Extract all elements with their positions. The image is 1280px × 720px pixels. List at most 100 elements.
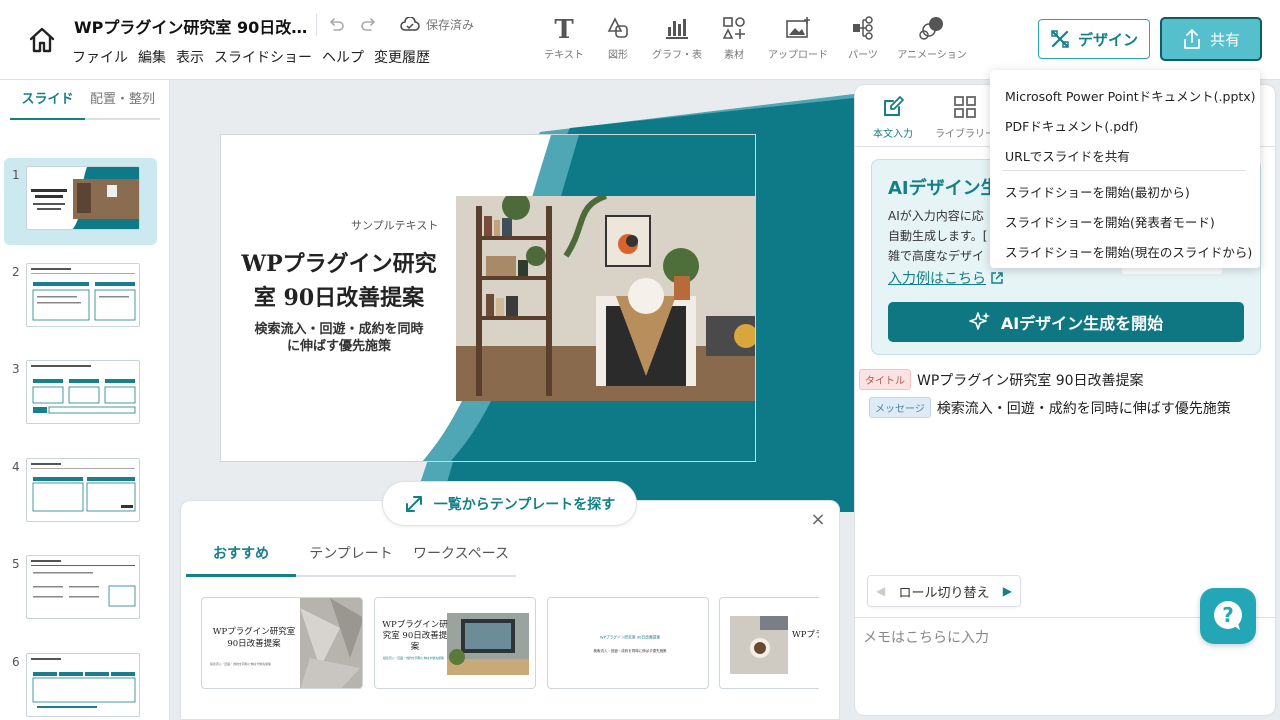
slide-page[interactable]: サンプルテキスト WPプラグイン研究 室 90日改善提案 検索流入・回遊・成約を… (220, 134, 756, 462)
template-card-subtitle: 検索流入・回遊・成約を同時に伸ばす優先施策 (383, 656, 444, 661)
menu-edit[interactable]: 編集 (138, 47, 166, 67)
tab-arrange[interactable]: 配置・整列 (85, 90, 160, 118)
slide-thumbnail[interactable]: 5 (4, 547, 157, 634)
tool-chart-table[interactable]: グラフ・表 (646, 14, 708, 61)
svg-text:?: ? (1222, 603, 1234, 627)
tool-text[interactable]: T テキスト (538, 14, 590, 61)
template-card-title: WPプラ (792, 630, 819, 640)
undo-icon (329, 18, 344, 31)
slide-thumbnail[interactable]: 2 (4, 255, 157, 342)
share-menu-url[interactable]: URLでスライドを共有 (1005, 146, 1130, 165)
slide-preview (26, 360, 140, 424)
slide-photo[interactable] (456, 196, 755, 401)
slide-preview (26, 458, 140, 522)
top-header: WPプラグイン研究室 90日改… 保存済み ファイル 編集 表示 スライドショー… (0, 0, 1280, 80)
close-icon[interactable]: × (808, 510, 828, 530)
tool-elements[interactable]: 素材 (708, 14, 760, 61)
tab-text-input[interactable]: 本文入力 (873, 95, 913, 140)
template-card[interactable]: WPプラグイン研究室 90日改善提案 検索流入・回遊・成約を同時に伸ばす優先施策 (374, 597, 536, 689)
template-card-title: WPプラグイン研究室 90日改善提案 (382, 620, 448, 652)
share-button[interactable]: 共有 (1160, 17, 1262, 61)
save-status: 保存済み (400, 16, 474, 33)
template-card-title: WPプラグイン研究室 90日改善提案 (212, 627, 296, 649)
text-icon: T (554, 15, 574, 41)
template-tabs: おすすめ テンプレート ワークスペース (186, 535, 516, 577)
slide-title-line: 室 90日改善提案 (253, 285, 425, 311)
role-text: 検索流入・回遊・成約を同時に伸ばす優先施策 (936, 400, 1231, 417)
slide-thumbnail[interactable]: 1 (4, 158, 157, 245)
parts-icon (853, 16, 873, 40)
home-icon (29, 27, 55, 53)
find-template-label: 一覧からテンプレートを探す (433, 496, 616, 513)
role-text: WPプラグイン研究室 90日改善提案 (917, 372, 1144, 389)
slides-panel-tabs: スライド 配置・整列 (10, 90, 160, 120)
role-entry-message[interactable]: メッセージ 検索流入・回遊・成約を同時に伸ばす優先施策 (869, 397, 1231, 418)
next-role-icon[interactable]: ▶ (1003, 584, 1012, 598)
slide-number: 2 (12, 265, 20, 279)
upload-image-icon (786, 17, 810, 38)
memo-input[interactable]: メモはこちらに入力 (863, 627, 989, 647)
share-menu-pptx[interactable]: Microsoft Power Pointドキュメント(.pptx) (1005, 86, 1256, 105)
input-example-link[interactable]: 入力例はこちら (888, 268, 1004, 288)
insert-toolbar: T テキスト 図形 グラフ・表 素材 アップロード パーツ アニメーション (538, 14, 974, 61)
help-chat-icon: ? (1214, 601, 1242, 630)
share-menu-slideshow-presenter[interactable]: スライドショーを開始(発表者モード) (1005, 212, 1215, 231)
role-switcher: ◀ ロール切り替え ▶ (867, 575, 1021, 607)
home-button[interactable] (22, 20, 62, 60)
slides-panel: スライド 配置・整列 1 2 3 4 5 6 (0, 80, 170, 720)
tool-parts[interactable]: パーツ (836, 14, 890, 61)
expand-icon (405, 495, 422, 512)
shapes-icon (607, 17, 628, 38)
tab-library[interactable]: ライブラリー (935, 95, 995, 140)
help-chat-button[interactable]: ? (1200, 588, 1256, 644)
template-card[interactable]: WPプラグイン研究室 90日改善提案 検索流入・回遊・成約を同時に伸ばす優先施策 (547, 597, 709, 689)
tab-recommended[interactable]: おすすめ (186, 535, 296, 577)
previous-role-icon[interactable]: ◀ (876, 584, 885, 598)
external-link-icon (991, 272, 1003, 284)
tool-animation[interactable]: アニメーション (890, 14, 974, 61)
menu-help[interactable]: ヘルプ (322, 47, 364, 67)
slide-thumbnail[interactable]: 3 (4, 352, 157, 439)
animation-icon (919, 17, 943, 40)
slide-sample-text[interactable]: サンプルテキスト (351, 217, 438, 233)
share-menu-slideshow-start[interactable]: スライドショーを開始(最初から) (1005, 182, 1190, 201)
design-button-label: デザイン (1077, 30, 1138, 49)
slide-number: 1 (12, 168, 20, 182)
slide-thumbnail[interactable]: 4 (4, 450, 157, 537)
design-button[interactable]: デザイン (1038, 19, 1150, 59)
role-switch-label: ロール切り替え (898, 585, 990, 601)
tool-shapes[interactable]: 図形 (590, 14, 646, 61)
undo-button[interactable] (326, 14, 348, 36)
slide-thumbnail[interactable]: 6 (4, 645, 157, 720)
tab-slides[interactable]: スライド (10, 90, 85, 120)
share-menu-pdf[interactable]: PDFドキュメント(.pdf) (1005, 116, 1138, 135)
slide-title[interactable]: WPプラグイン研究 室 90日改善提案 (221, 247, 457, 315)
slide-preview (26, 166, 140, 230)
library-grid-icon (954, 96, 976, 118)
document-title[interactable]: WPプラグイン研究室 90日改… (74, 14, 307, 38)
slide-number: 6 (12, 655, 20, 669)
slide-preview (26, 555, 140, 619)
find-template-button[interactable]: 一覧からテンプレートを探す (382, 481, 637, 526)
tool-upload[interactable]: アップロード (760, 14, 836, 61)
slide-title-line: WPプラグイン研究 (241, 251, 437, 277)
slide-number: 4 (12, 460, 20, 474)
menu-view[interactable]: 表示 (176, 47, 204, 67)
template-card[interactable]: WPプラ (719, 597, 819, 689)
chart-icon (666, 19, 688, 39)
role-entry-title[interactable]: タイトル WPプラグイン研究室 90日改善提案 (859, 369, 1144, 390)
design-tools-icon (1051, 30, 1069, 48)
slide-number: 5 (12, 557, 20, 571)
slide-subtitle[interactable]: 検索流入・回遊・成約を同時 に伸ばす優先施策 (221, 321, 457, 355)
share-menu-slideshow-current[interactable]: スライドショーを開始(現在のスライドから) (1005, 242, 1252, 261)
header-divider (316, 14, 317, 36)
template-card[interactable]: WPプラグイン研究室 90日改善提案 検索流入・回遊・成約を同時に伸ばす優先施策 (201, 597, 363, 689)
slide-preview (26, 263, 140, 327)
tab-workspace[interactable]: ワークスペース (406, 535, 516, 575)
menu-history[interactable]: 変更履歴 (374, 47, 430, 67)
start-ai-design-button[interactable]: AIデザイン生成を開始 (888, 302, 1244, 342)
tab-templates[interactable]: テンプレート (296, 535, 406, 575)
menu-file[interactable]: ファイル (72, 47, 128, 67)
redo-button[interactable] (357, 14, 379, 36)
menu-slideshow[interactable]: スライドショー (214, 47, 312, 67)
